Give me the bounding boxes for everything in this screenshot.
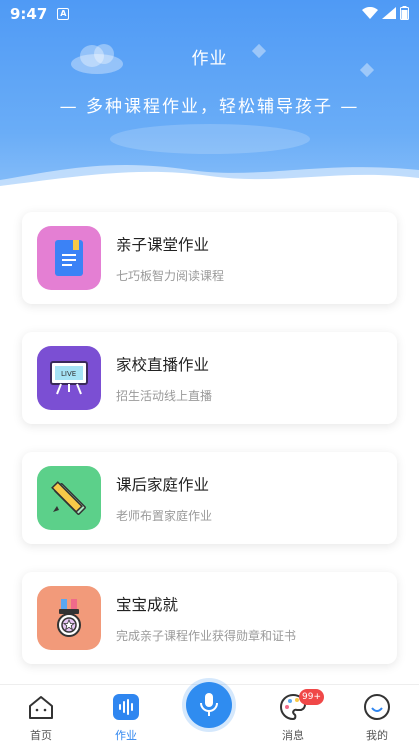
medal-icon <box>37 586 101 650</box>
tab-homework[interactable]: 作业 <box>96 693 156 743</box>
card-title: 亲子课堂作业 <box>116 235 210 254</box>
smile-icon <box>364 694 390 720</box>
voice-input-button[interactable] <box>186 682 232 728</box>
live-board-icon: LIVE <box>37 346 101 410</box>
card-after-school-homework[interactable]: 课后家庭作业 老师布置家庭作业 <box>22 452 397 544</box>
card-subtitle: 完成亲子课程作业获得勋章和证书 <box>116 628 297 643</box>
tab-label-mine: 我的 <box>366 729 388 742</box>
card-parent-child-homework[interactable]: 亲子课堂作业 七巧板智力阅读课程 <box>22 212 397 304</box>
status-bar: 9:47 A <box>0 0 419 28</box>
tab-mine[interactable]: 我的 <box>347 693 407 743</box>
ruler-pencil-icon <box>37 466 101 530</box>
microphone-icon <box>200 693 218 716</box>
card-subtitle: 七巧板智力阅读课程 <box>116 268 225 283</box>
homework-card-list: 亲子课堂作业 七巧板智力阅读课程 LIVE 家校直播作业 招生活动线上直播 课后… <box>22 212 397 692</box>
book-icon <box>37 226 101 290</box>
svg-text:LIVE: LIVE <box>61 370 76 378</box>
signal-icon <box>382 7 396 19</box>
card-title: 家校直播作业 <box>116 355 210 374</box>
home-icon <box>29 696 53 719</box>
notification-a-icon: A <box>57 8 70 20</box>
tab-label-homework: 作业 <box>115 729 137 742</box>
battery-icon <box>400 6 409 20</box>
card-title: 课后家庭作业 <box>116 475 210 494</box>
tab-label-messages: 消息 <box>282 729 304 742</box>
tab-label-home: 首页 <box>30 729 52 742</box>
wifi-icon <box>362 7 378 19</box>
page-slogan: — 多种课程作业，轻松辅导孩子 — <box>59 97 360 117</box>
card-subtitle: 招生活动线上直播 <box>116 388 213 403</box>
card-baby-achievements[interactable]: 宝宝成就 完成亲子课程作业获得勋章和证书 <box>22 572 397 664</box>
voice-wave-icon <box>113 694 139 720</box>
page-title: 作业 <box>191 49 228 69</box>
status-time: 9:47 <box>10 5 48 23</box>
header-wave <box>0 164 419 190</box>
tab-messages[interactable]: 99+ 消息 <box>263 689 324 743</box>
tab-home[interactable]: 首页 <box>11 693 71 743</box>
card-live-homework[interactable]: LIVE 家校直播作业 招生活动线上直播 <box>22 332 397 424</box>
messages-badge: 99+ <box>299 689 324 705</box>
card-title: 宝宝成就 <box>116 595 179 614</box>
card-subtitle: 老师布置家庭作业 <box>116 508 213 523</box>
header-banner: 9:47 A 作业 — 多种课程作业，轻松辅导孩子 — <box>0 0 419 190</box>
